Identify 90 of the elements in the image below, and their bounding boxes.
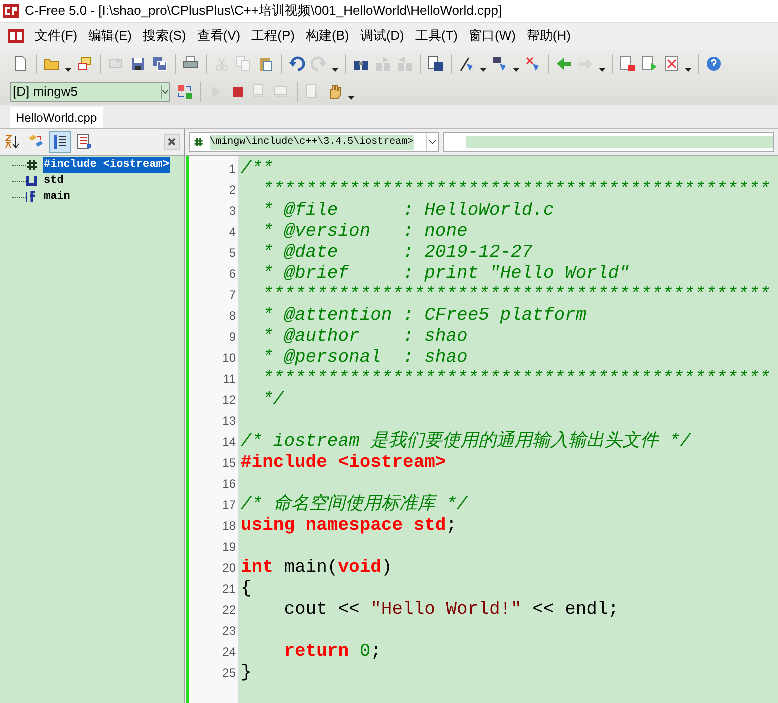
line-number: 9 bbox=[228, 329, 236, 346]
app-logo-icon bbox=[3, 4, 19, 18]
line-number: 13 bbox=[222, 413, 236, 430]
code-text: * @file : HelloWorld.c bbox=[262, 201, 554, 222]
code-text: /* 命名空间使用标准库 */ bbox=[241, 495, 468, 516]
code-text: * @attention : CFree5 platform bbox=[262, 306, 587, 327]
line-number: 19 bbox=[222, 539, 236, 556]
line-number: 25 bbox=[222, 665, 236, 682]
line-number: 1 bbox=[228, 161, 236, 178]
caret-icon bbox=[161, 84, 169, 98]
outline-item[interactable]: main bbox=[43, 188, 72, 206]
outline-item[interactable]: #include <iostream> bbox=[43, 156, 170, 174]
code-text: #include <iostream> bbox=[241, 453, 446, 474]
code-text: ; bbox=[446, 516, 458, 537]
code-text: return bbox=[283, 642, 350, 663]
line-number: 6 bbox=[228, 266, 236, 283]
code-text: /** bbox=[241, 159, 274, 180]
code-text: * @version : none bbox=[262, 222, 468, 243]
line-number: 18 bbox=[222, 518, 236, 535]
namespace-icon bbox=[26, 175, 38, 187]
code-text: *********************************************** bbox=[262, 180, 770, 201]
dropdown-arrow-icon[interactable] bbox=[480, 68, 487, 72]
menu-item[interactable]: 工程(P) bbox=[248, 26, 299, 46]
caret-icon bbox=[426, 133, 438, 151]
outline-item[interactable]: std bbox=[43, 172, 65, 190]
line-number: 21 bbox=[222, 581, 236, 598]
code-text: } bbox=[241, 663, 252, 684]
line-number: 17 bbox=[222, 497, 236, 514]
line-number: 3 bbox=[228, 203, 236, 220]
symbol-select[interactable] bbox=[443, 132, 774, 152]
line-number: 20 bbox=[222, 560, 236, 577]
dropdown-arrow-icon[interactable] bbox=[685, 68, 692, 72]
window-title: C-Free 5.0 - [I:\shao_pro\CPlusPlus\C++培训视频\001_HelloWorld\HelloWorld.cpp] bbox=[25, 2, 502, 20]
app-logo-icon bbox=[8, 29, 24, 43]
code-text: ; bbox=[370, 642, 382, 663]
line-number: 15 bbox=[222, 455, 236, 472]
code-text: * @personal : shao bbox=[262, 348, 468, 369]
function-icon bbox=[26, 191, 38, 203]
code-text: int bbox=[241, 558, 274, 579]
code-text: void bbox=[338, 558, 382, 579]
code-text: "Hello World!" bbox=[370, 600, 522, 621]
line-number: 12 bbox=[222, 392, 236, 409]
menu-item[interactable]: 构建(B) bbox=[302, 26, 354, 46]
code-text: { bbox=[241, 579, 252, 600]
code-text: << endl; bbox=[532, 600, 620, 621]
dropdown-arrow-icon[interactable] bbox=[65, 68, 72, 72]
line-number: 10 bbox=[222, 350, 236, 367]
close-icon bbox=[168, 138, 176, 146]
code-text: */ bbox=[262, 390, 284, 411]
menu-item[interactable]: 窗口(W) bbox=[464, 26, 520, 46]
dropdown-arrow-icon[interactable] bbox=[513, 68, 520, 72]
line-number: 8 bbox=[228, 308, 236, 325]
line-number: 22 bbox=[222, 602, 236, 619]
menu-item[interactable]: 工具(T) bbox=[411, 26, 462, 46]
code-text: ) bbox=[381, 558, 392, 579]
code-text: using namespace std bbox=[241, 516, 446, 537]
include-select[interactable]: \mingw\include\c++\3.4.5\iostream> bbox=[189, 132, 439, 152]
hash-icon bbox=[194, 136, 204, 148]
menu-item[interactable]: 文件(F) bbox=[31, 26, 82, 46]
code-text: cout << bbox=[283, 600, 361, 621]
menu-item[interactable]: 编辑(E) bbox=[84, 26, 136, 46]
dropdown-arrow-icon[interactable] bbox=[332, 68, 339, 72]
menu-item[interactable]: 调试(D) bbox=[356, 26, 408, 46]
hash-icon bbox=[26, 159, 38, 171]
line-number: 11 bbox=[222, 371, 236, 388]
line-number: 14 bbox=[222, 434, 236, 451]
code-text: * @brief : print "Hello World" bbox=[262, 264, 630, 285]
line-number: 16 bbox=[222, 476, 236, 493]
line-number: 4 bbox=[228, 224, 236, 241]
file-tab[interactable]: HelloWorld.cpp bbox=[10, 107, 104, 128]
code-text: main( bbox=[283, 558, 338, 579]
code-text: * @author : shao bbox=[262, 327, 468, 348]
code-text: *********************************************** bbox=[262, 369, 770, 390]
line-number: 7 bbox=[228, 287, 236, 304]
dropdown-arrow-icon[interactable] bbox=[599, 68, 606, 72]
code-text: 0 bbox=[358, 642, 371, 663]
menu-item[interactable]: 搜索(S) bbox=[138, 26, 190, 46]
dropdown-arrow-icon[interactable] bbox=[348, 96, 355, 100]
list-icon[interactable] bbox=[49, 131, 71, 153]
line-number: 23 bbox=[222, 623, 236, 640]
code-text: *********************************************** bbox=[262, 285, 770, 306]
code-text: * @date : 2019-12-27 bbox=[262, 243, 533, 264]
line-number: 5 bbox=[228, 245, 236, 262]
line-number: 2 bbox=[228, 182, 236, 199]
menu-item[interactable]: 查看(V) bbox=[193, 26, 245, 46]
compiler-select[interactable]: [D] mingw5 bbox=[10, 82, 170, 102]
line-number: 24 bbox=[222, 644, 236, 661]
menu-item[interactable]: 帮助(H) bbox=[522, 26, 575, 46]
code-text: /* iostream 是我们要使用的通用输入输出头文件 */ bbox=[241, 432, 692, 453]
close-button[interactable] bbox=[164, 134, 180, 150]
